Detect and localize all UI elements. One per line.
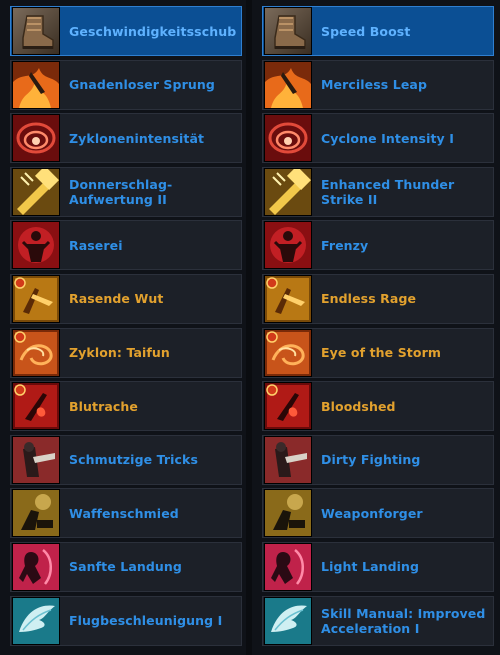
fire-leap-icon (12, 60, 60, 109)
german-skill-list: Geschwindigkeitsschub Gnadenloser Sprung… (10, 6, 242, 649)
skill-label: Sanfte Landung (69, 559, 182, 575)
skill-label: Light Landing (321, 559, 420, 575)
skill-label: Schmutzige Tricks (69, 452, 199, 468)
landing-icon (12, 542, 60, 591)
skill-row-geschwindigkeitsschub[interactable]: Geschwindigkeitsschub (10, 6, 242, 56)
cyclone-red-icon (12, 114, 60, 163)
skill-label: Donnerschlag-Aufwertung II (69, 176, 173, 207)
skill-label: Cyclone Intensity I (321, 130, 454, 146)
column-divider (246, 0, 252, 655)
skill-label: Dirty Fighting (321, 452, 421, 468)
skill-row-eye-of-the-storm[interactable]: Eye of the Storm (262, 327, 494, 378)
wing-icon (12, 596, 60, 645)
skill-row-raserei[interactable]: Raserei (10, 220, 242, 271)
dirty-tricks-icon (12, 435, 60, 484)
thunder-hammer-icon (264, 167, 312, 216)
skill-label: Blutrache (69, 398, 138, 414)
skill-row-blutrache[interactable]: Blutrache (10, 381, 242, 432)
skill-row-merciless-leap[interactable]: Merciless Leap (262, 59, 494, 110)
skill-label: Enhanced Thunder Strike II (321, 176, 455, 207)
skill-row-flugbeschleunigung-i[interactable]: Flugbeschleunigung I (10, 595, 242, 646)
skill-row-zyklonenintensität[interactable]: Zyklonenintensität (10, 113, 242, 164)
skill-row-skill-manual-improved-acceleration-i[interactable]: Skill Manual: Improved Acceleration I (262, 595, 494, 646)
thunder-hammer-icon (12, 167, 60, 216)
skill-row-speed-boost[interactable]: Speed Boost (262, 6, 494, 56)
skill-label: Skill Manual: Improved Acceleration I (321, 605, 486, 636)
skill-row-weaponforger[interactable]: Weaponforger (262, 488, 494, 539)
skill-label: Eye of the Storm (321, 345, 441, 361)
skill-row-schmutzige-tricks[interactable]: Schmutzige Tricks (10, 434, 242, 485)
skill-row-cyclone-intensity-i[interactable]: Cyclone Intensity I (262, 113, 494, 164)
skill-label: Raserei (69, 237, 123, 253)
skill-label: Speed Boost (321, 23, 411, 39)
weaponsmith-icon (12, 489, 60, 538)
typhoon-icon (12, 328, 60, 377)
skill-label: Zyklon: Taifun (69, 345, 170, 361)
skill-label: Zyklonenintensität (69, 130, 205, 146)
skill-row-rasende-wut[interactable]: Rasende Wut (10, 273, 242, 324)
skill-row-light-landing[interactable]: Light Landing (262, 541, 494, 592)
skill-label: Flugbeschleunigung I (69, 613, 223, 629)
skill-label: Geschwindigkeitsschub (69, 23, 237, 39)
skill-row-dirty-fighting[interactable]: Dirty Fighting (262, 434, 494, 485)
skill-row-bloodshed[interactable]: Bloodshed (262, 381, 494, 432)
skill-label: Rasende Wut (69, 291, 164, 307)
skill-row-waffenschmied[interactable]: Waffenschmied (10, 488, 242, 539)
skill-row-enhanced-thunder-strike-ii[interactable]: Enhanced Thunder Strike II (262, 166, 494, 217)
skill-row-zyklon-taifun[interactable]: Zyklon: Taifun (10, 327, 242, 378)
dirty-tricks-icon (264, 435, 312, 484)
cyclone-red-icon (264, 114, 312, 163)
skill-label: Frenzy (321, 237, 369, 253)
skill-row-endless-rage[interactable]: Endless Rage (262, 273, 494, 324)
skill-label: Weaponforger (321, 505, 423, 521)
weaponsmith-icon (264, 489, 312, 538)
boot-icon (264, 7, 312, 55)
fire-leap-icon (264, 60, 312, 109)
skill-row-donnerschlag-aufwertung-ii[interactable]: Donnerschlag-Aufwertung II (10, 166, 242, 217)
skill-row-sanfte-landung[interactable]: Sanfte Landung (10, 541, 242, 592)
skill-label: Merciless Leap (321, 77, 427, 93)
skill-label: Waffenschmied (69, 505, 179, 521)
wing-icon (264, 596, 312, 645)
bloodshed-icon (264, 382, 312, 431)
rage-icon (264, 274, 312, 323)
boot-icon (12, 7, 60, 55)
skill-row-gnadenloser-sprung[interactable]: Gnadenloser Sprung (10, 59, 242, 110)
skill-label: Endless Rage (321, 291, 417, 307)
frenzy-icon (264, 221, 312, 270)
rage-icon (12, 274, 60, 323)
bloodshed-icon (12, 382, 60, 431)
skill-label: Bloodshed (321, 398, 396, 414)
landing-icon (264, 542, 312, 591)
skill-label: Gnadenloser Sprung (69, 77, 215, 93)
english-skill-list: Speed Boost Merciless Leap Cyclone Inten… (262, 6, 494, 649)
frenzy-icon (12, 221, 60, 270)
typhoon-icon (264, 328, 312, 377)
skill-comparison-panel: Geschwindigkeitsschub Gnadenloser Sprung… (0, 0, 500, 655)
skill-row-frenzy[interactable]: Frenzy (262, 220, 494, 271)
